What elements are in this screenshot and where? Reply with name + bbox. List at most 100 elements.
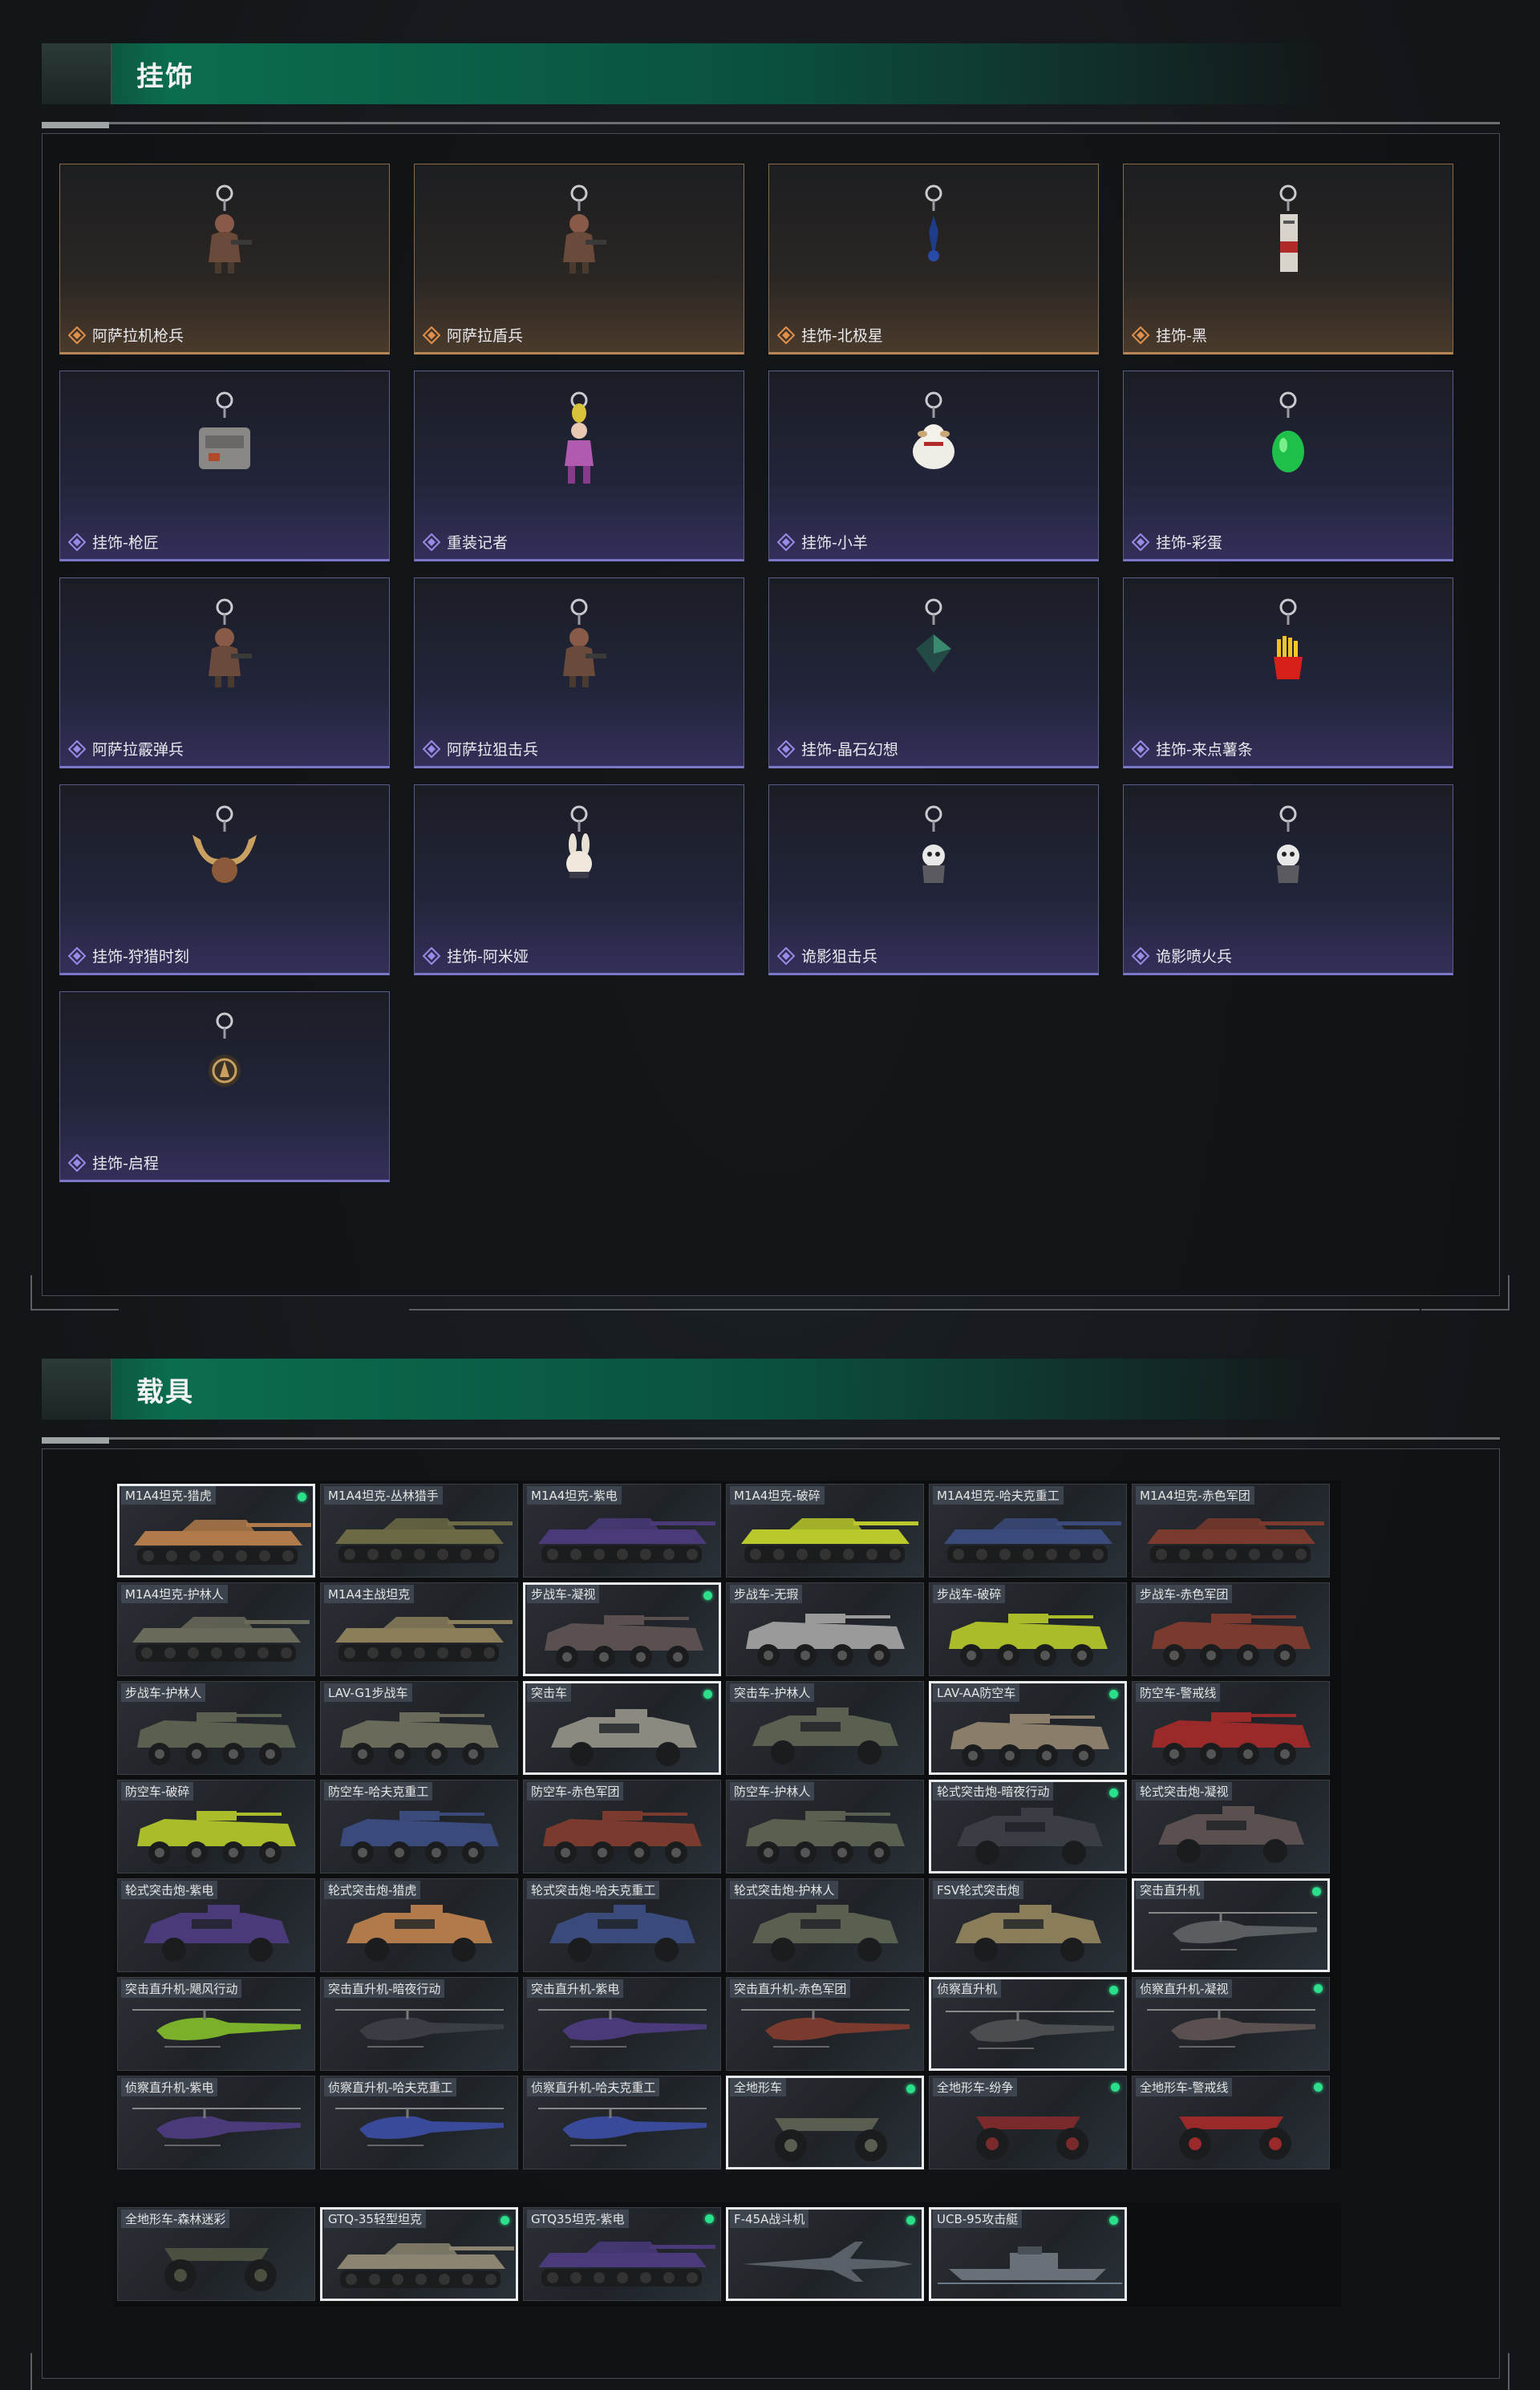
vehicle-card[interactable]: FSV轮式突击炮 (929, 1878, 1127, 1972)
pendant-name: 挂饰-枪匠 (92, 534, 159, 552)
pendant-card[interactable]: 挂饰-来点薯条 (1123, 577, 1453, 768)
vehicle-card[interactable]: M1A4坦克-丛林猎手 (320, 1484, 518, 1578)
vehicle-card[interactable]: 轮式突击炮-紫电 (117, 1878, 315, 1972)
pendant-card[interactable]: 挂饰-狩猎时刻 (59, 784, 390, 975)
vehicle-card[interactable]: 防空车-护林人 (726, 1780, 924, 1874)
vehicle-card[interactable]: 轮式突击炮-凝视 (1132, 1780, 1330, 1874)
vehicle-card[interactable]: 突击直升机-暗夜行动 (320, 1977, 518, 2071)
vehicle-card[interactable]: 步战车-护林人 (117, 1681, 315, 1775)
vehicle-card[interactable]: 全地形车-纷争 (929, 2076, 1127, 2169)
pendant-card[interactable]: 挂饰-北极星 (768, 164, 1099, 354)
header-notch (42, 1359, 112, 1420)
pendant-card[interactable]: 重装记者 (414, 371, 744, 561)
pendant-card[interactable]: 挂饰-枪匠 (59, 371, 390, 561)
vehicle-name: 步战车-凝视 (527, 1585, 600, 1603)
vehicle-name: 防空车-破碎 (121, 1782, 194, 1801)
pendant-card[interactable]: 挂饰-彩蛋 (1123, 371, 1453, 561)
pendant-card[interactable]: 阿萨拉机枪兵 (59, 164, 390, 354)
vehicle-name: M1A4坦克-护林人 (121, 1585, 228, 1603)
vehicle-name: 轮式突击炮-哈夫克重工 (527, 1881, 660, 1899)
vehicle-card[interactable]: 轮式突击炮-猎虎 (320, 1878, 518, 1972)
panel-corner-bracket (30, 2353, 119, 2390)
vehicle-card[interactable]: 突击直升机-飓风行动 (117, 1977, 315, 2071)
vehicle-card[interactable]: GTQ-35轻型坦克 (320, 2207, 518, 2301)
vehicle-card[interactable]: 防空车-哈夫克重工 (320, 1780, 518, 1874)
pendant-card[interactable]: 挂饰-黑 (1123, 164, 1453, 354)
vehicle-card[interactable]: M1A4坦克-赤色军团 (1132, 1484, 1330, 1578)
vehicle-card[interactable]: 侦察直升机-紫电 (117, 2076, 315, 2169)
egg-charm-icon (1240, 389, 1336, 488)
vehicle-card[interactable]: M1A4坦克-紫电 (523, 1484, 721, 1578)
vehicle-card[interactable]: M1A4坦克-哈夫克重工 (929, 1484, 1127, 1578)
vehicle-name: 步战车-破碎 (933, 1585, 1006, 1603)
vehicle-card[interactable]: M1A4坦克-破碎 (726, 1484, 924, 1578)
vehicle-card[interactable]: 侦察直升机 (929, 1977, 1127, 2071)
vehicle-card[interactable]: LAV-AA防空车 (929, 1681, 1127, 1775)
ghost-charm-icon (886, 803, 982, 902)
vehicle-card[interactable]: M1A4坦克-猎虎 (117, 1484, 315, 1578)
vehicle-name: 步战车-赤色军团 (1136, 1585, 1233, 1603)
owned-indicator-dot (906, 2216, 915, 2225)
pendant-label-row: 阿萨拉狙击兵 (422, 738, 538, 760)
vehicle-extra-grid: 全地形车-森林迷彩 GTQ-35轻型坦克 GTQ35坦克-紫电 F-45A战斗机 UCB… (117, 2207, 1127, 2301)
rarity-diamond-icon (1131, 946, 1150, 965)
vehicle-name: 侦察直升机-哈夫克重工 (324, 2078, 457, 2096)
vehicle-card[interactable]: LAV-G1步战车 (320, 1681, 518, 1775)
vehicle-card[interactable]: 侦察直升机-凝视 (1132, 1977, 1330, 2071)
vehicle-name: 侦察直升机-哈夫克重工 (527, 2078, 660, 2096)
pendant-card[interactable]: 挂饰-启程 (59, 991, 390, 1182)
pendant-card[interactable]: 挂饰-小羊 (768, 371, 1099, 561)
vehicle-card[interactable]: 侦察直升机-哈夫克重工 (320, 2076, 518, 2169)
owned-indicator-dot (1111, 2083, 1120, 2092)
pendant-name: 阿萨拉盾兵 (447, 327, 524, 345)
vehicle-card[interactable]: 突击车 (523, 1681, 721, 1775)
vehicle-name: 轮式突击炮-紫电 (121, 1881, 218, 1899)
vehicle-card[interactable]: UCB-95攻击艇 (929, 2207, 1127, 2301)
vehicle-card[interactable]: 侦察直升机-哈夫克重工 (523, 2076, 721, 2169)
vehicle-card[interactable]: 步战车-赤色军团 (1132, 1582, 1330, 1676)
panel-corner-bracket (1421, 1275, 1510, 1310)
pendant-name: 挂饰-阿米娅 (447, 948, 529, 966)
vehicle-card[interactable]: 步战车-凝视 (523, 1582, 721, 1676)
pendant-card[interactable]: 挂饰-晶石幻想 (768, 577, 1099, 768)
vehicle-card[interactable]: 突击直升机-紫电 (523, 1977, 721, 2071)
vehicle-card[interactable]: M1A4坦克-护林人 (117, 1582, 315, 1676)
vehicle-card[interactable]: 突击直升机 (1132, 1878, 1330, 1972)
pendant-card[interactable]: 诡影喷火兵 (1123, 784, 1453, 975)
vehicle-card[interactable]: 防空车-赤色军团 (523, 1780, 721, 1874)
vehicle-card[interactable]: 轮式突击炮-暗夜行动 (929, 1780, 1127, 1874)
vehicle-card[interactable]: 突击直升机-赤色军团 (726, 1977, 924, 2071)
vehicle-name: 侦察直升机-凝视 (1136, 1979, 1233, 1998)
rarity-diamond-icon (776, 946, 796, 965)
vehicle-card[interactable]: 防空车-破碎 (117, 1780, 315, 1874)
pendant-label-row: 挂饰-启程 (67, 1152, 159, 1173)
vehicle-card[interactable]: 全地形车 (726, 2076, 924, 2169)
pendant-label-row: 挂饰-狩猎时刻 (67, 945, 189, 966)
owned-indicator-dot (1109, 1986, 1118, 1995)
pendant-card[interactable]: 阿萨拉霰弹兵 (59, 577, 390, 768)
pendant-name: 挂饰-彩蛋 (1156, 534, 1222, 552)
vehicle-name: 防空车-哈夫克重工 (324, 1782, 433, 1801)
vehicle-card[interactable]: 全地形车-警戒线 (1132, 2076, 1330, 2169)
car-icon (733, 1900, 918, 1971)
vehicle-card[interactable]: 步战车-破碎 (929, 1582, 1127, 1676)
vehicle-name: 侦察直升机 (933, 1979, 1002, 1998)
vehicle-card[interactable]: M1A4主战坦克 (320, 1582, 518, 1676)
vehicle-name: M1A4坦克-破碎 (730, 1486, 825, 1505)
vehicle-card[interactable]: GTQ35坦克-紫电 (523, 2207, 721, 2301)
figure-charm-icon (531, 389, 627, 488)
vehicle-card[interactable]: 突击车-护林人 (726, 1681, 924, 1775)
vehicle-card[interactable]: F-45A战斗机 (726, 2207, 924, 2301)
vehicle-card[interactable]: 步战车-无瑕 (726, 1582, 924, 1676)
pendant-card[interactable]: 阿萨拉狙击兵 (414, 577, 744, 768)
apc-icon (936, 1604, 1121, 1675)
pendant-card[interactable]: 阿萨拉盾兵 (414, 164, 744, 354)
pendant-card[interactable]: 挂饰-阿米娅 (414, 784, 744, 975)
vehicle-card[interactable]: 全地形车-森林迷彩 (117, 2207, 315, 2301)
owned-indicator-dot (1314, 2083, 1323, 2092)
vehicle-card[interactable]: 轮式突击炮-护林人 (726, 1878, 924, 1972)
apc-icon (938, 1704, 1123, 1772)
pendant-card[interactable]: 诡影狙击兵 (768, 784, 1099, 975)
vehicle-card[interactable]: 防空车-警戒线 (1132, 1681, 1330, 1775)
vehicle-card[interactable]: 轮式突击炮-哈夫克重工 (523, 1878, 721, 1972)
